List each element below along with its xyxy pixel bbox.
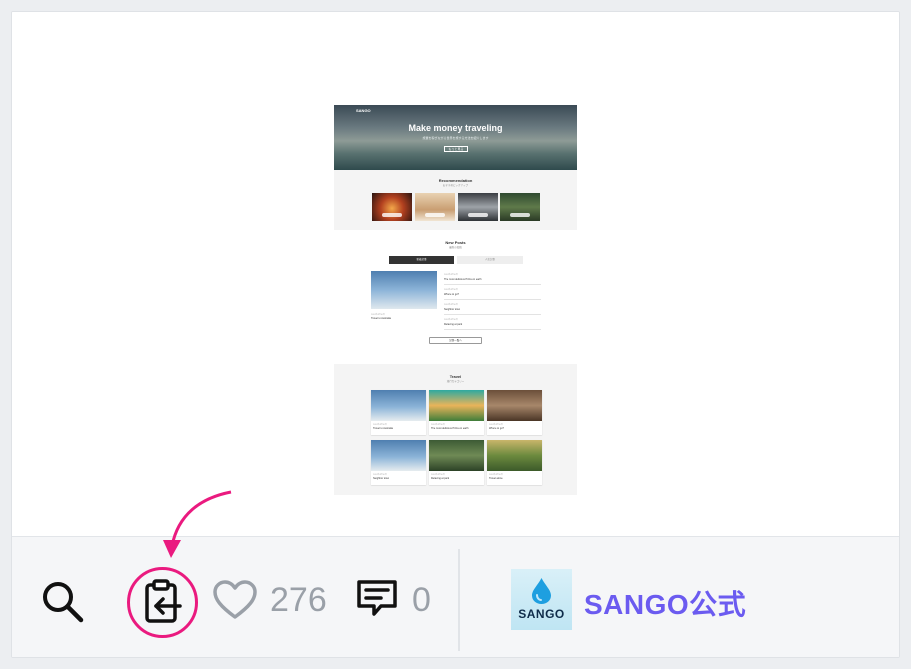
toolbar-divider (458, 549, 460, 651)
clipboard-import-icon[interactable] (142, 578, 184, 626)
recommendation-image (372, 193, 412, 221)
like-count: 276 (270, 581, 327, 619)
list-item: 2018年4月10日 Relaxing at park (444, 316, 541, 330)
travel-card: 2018年4月10日 Where to go? (487, 390, 542, 435)
action-toolbar: 276 0 SANGO SANGO公式 (12, 536, 899, 657)
avatar-text: SANGO (518, 607, 565, 621)
embed-card: SANGO Make money traveling 旅費を稼ぎながら世界を旅す… (11, 11, 900, 658)
heart-icon[interactable] (212, 579, 258, 621)
travel-card: 2018年4月10日 Travel alone (487, 440, 542, 485)
featured-date: 2018年4月10日 (371, 314, 385, 316)
author-name[interactable]: SANGO公式 (584, 583, 746, 623)
water-drop-icon (532, 578, 551, 604)
hero-title: Make money traveling (408, 123, 503, 133)
travel-card: 2018年4月10日 Travel to Australia (371, 390, 426, 435)
comment-count: 0 (412, 581, 431, 619)
list-item: 2018年4月10日 Neighbor town (444, 301, 541, 315)
author-avatar[interactable]: SANGO (511, 569, 572, 630)
more-posts-button: 記事一覧へ (429, 337, 482, 344)
travel-card: 2018年4月10日 Relaxing at park (429, 440, 484, 485)
featured-caption: Travel to Australia (371, 317, 391, 320)
list-item: 2018年4月10日 Where to go? (444, 286, 541, 300)
comment-icon[interactable] (355, 577, 399, 621)
new-posts-subtitle: 最新の投稿 (449, 246, 462, 249)
list-item: 2018年4月10日 The most delicious Pizza on ea… (444, 271, 541, 285)
hero-banner: SANGO Make money traveling 旅費を稼ぎながら世界を旅す… (334, 105, 577, 170)
recommendation-image (458, 193, 498, 221)
recommendation-image (415, 193, 455, 221)
preview-area[interactable]: SANGO Make money traveling 旅費を稼ぎながら世界を旅す… (12, 12, 899, 536)
recommendation-section: Recommendation おすすめピックアップ (334, 170, 577, 230)
travel-section: Travel 旅行カテゴリー 2018年4月10日 Travel to Austr… (334, 364, 577, 495)
tab-popular: 人気記事 (457, 256, 523, 264)
featured-image (371, 271, 437, 309)
travel-card: 2018年4月10日 Neighbor town (371, 440, 426, 485)
travel-card: 2018年4月10日 The most delicious Pizza on ea… (429, 390, 484, 435)
recommendation-image (500, 193, 540, 221)
hero-subtitle: 旅費を稼ぎながら世界を旅する方法を紹介します (422, 136, 489, 140)
theme-preview-thumbnail[interactable]: SANGO Make money traveling 旅費を稼ぎながら世界を旅す… (334, 105, 577, 495)
tab-new: 新着記事 (389, 256, 454, 264)
search-icon[interactable] (40, 579, 86, 625)
travel-subtitle: 旅行カテゴリー (446, 380, 465, 383)
hero-button: もっと見る (444, 146, 468, 152)
site-logo: SANGO (356, 108, 371, 113)
recommendation-subtitle: おすすめピックアップ (442, 184, 468, 187)
